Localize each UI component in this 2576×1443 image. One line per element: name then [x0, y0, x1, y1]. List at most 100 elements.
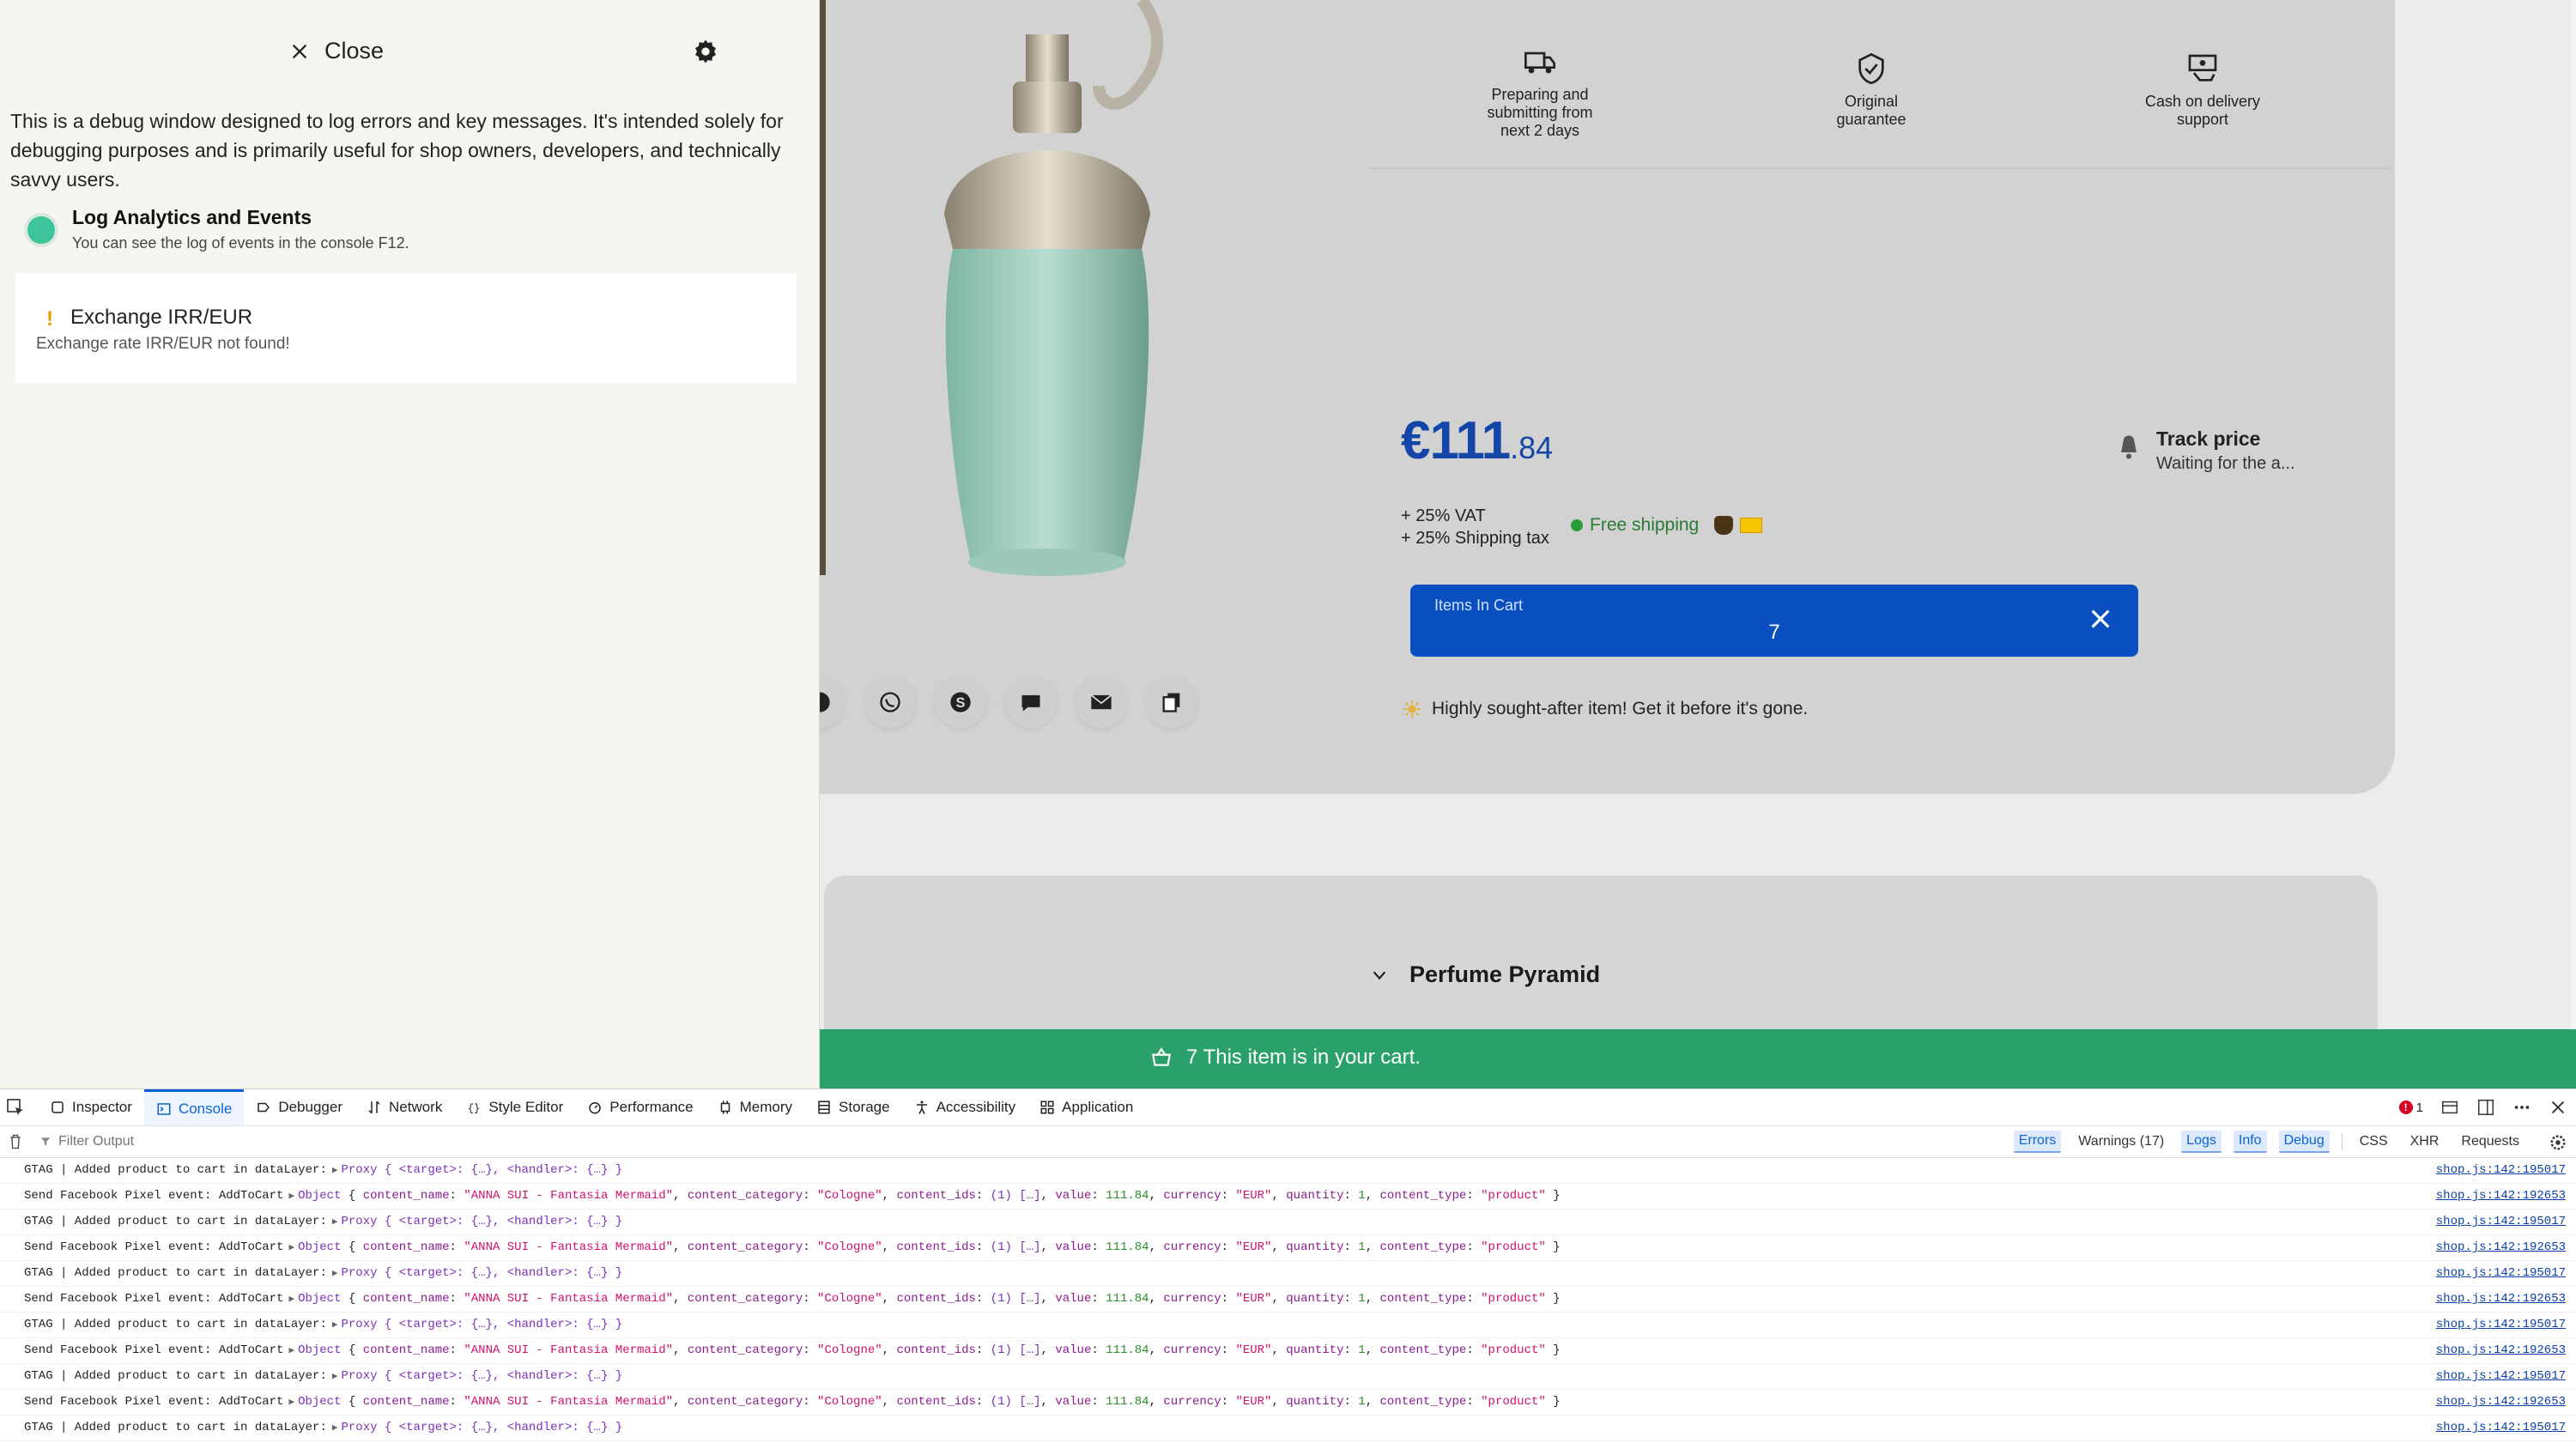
log-message: GTAG | Added product to cart in dataLaye…	[24, 1163, 623, 1177]
log-source-link[interactable]: shop.js:142:192653	[2436, 1343, 2566, 1357]
tab-debugger[interactable]: Debugger	[244, 1089, 355, 1125]
log-source-link[interactable]: shop.js:142:195017	[2436, 1266, 2566, 1280]
log-message: GTAG | Added product to cart in dataLaye…	[24, 1266, 623, 1280]
track-price-button[interactable]: Track price Waiting for the a...	[2113, 427, 2295, 474]
console-log-row[interactable]: GTAG | Added product to cart in dataLaye…	[0, 1158, 2576, 1184]
log-source-link[interactable]: shop.js:142:195017	[2436, 1421, 2566, 1434]
copy-icon	[1162, 693, 1180, 712]
tab-label: Performance	[609, 1099, 694, 1115]
price-main: €111	[1401, 411, 1511, 470]
cash-hand-icon	[2188, 54, 2217, 82]
share-whatsapp-button[interactable]	[864, 676, 916, 728]
status-dot-icon	[1571, 519, 1583, 531]
split-console-icon[interactable]	[2440, 1098, 2459, 1117]
share-sms-button[interactable]	[1005, 676, 1057, 728]
network-icon	[368, 1100, 380, 1114]
gear-icon[interactable]	[692, 38, 719, 65]
filter-info[interactable]: Info	[2233, 1131, 2267, 1153]
filter-separator	[2341, 1133, 2343, 1150]
console-log-row[interactable]: Send Facebook Pixel event: AddToCart ▶ Obj…	[0, 1390, 2576, 1416]
console-settings-icon[interactable]	[2549, 1133, 2567, 1152]
tab-console[interactable]: Console	[143, 1089, 245, 1125]
tab-style-editor[interactable]: {} Style Editor	[454, 1089, 575, 1125]
console-log-row[interactable]: GTAG | Added product to cart in dataLaye…	[0, 1416, 2576, 1441]
filter-xhr[interactable]: XHR	[2405, 1131, 2445, 1152]
filter-requests[interactable]: Requests	[2456, 1131, 2524, 1152]
log-message: Send Facebook Pixel event: AddToCart ▶ Obj…	[24, 1292, 1561, 1306]
console-log-row[interactable]: Send Facebook Pixel event: AddToCart ▶ Obj…	[0, 1235, 2576, 1261]
track-price-title: Track price	[2156, 427, 2261, 450]
log-source-link[interactable]: shop.js:142:195017	[2436, 1215, 2566, 1228]
console-log-row[interactable]: GTAG | Added product to cart in dataLaye…	[0, 1210, 2576, 1235]
log-analytics-title: Log Analytics and Events	[72, 206, 312, 228]
filter-warnings[interactable]: Warnings (17)	[2073, 1131, 2169, 1152]
console-log-row[interactable]: Send Facebook Pixel event: AddToCart ▶ Obj…	[0, 1338, 2576, 1364]
console-filter-bar: Errors Warnings (17) Logs Info Debug CSS…	[0, 1126, 2576, 1158]
log-message: GTAG | Added product to cart in dataLaye…	[24, 1215, 623, 1228]
filter-output-input[interactable]	[57, 1133, 403, 1150]
tab-memory[interactable]: Memory	[706, 1089, 804, 1125]
remove-from-cart-icon[interactable]	[2087, 605, 2114, 633]
chevron-down-icon	[1373, 971, 1386, 979]
log-analytics-toggle[interactable]	[24, 213, 58, 247]
error-count[interactable]: ! 1	[2398, 1100, 2423, 1115]
console-log-row[interactable]: Send Facebook Pixel event: AddToCart ▶ Obj…	[0, 1287, 2576, 1313]
price-cents: .84	[1510, 430, 1554, 465]
page-scrollbar[interactable]	[2571, 0, 2576, 1088]
close-debug-button[interactable]: Close	[290, 38, 384, 64]
log-message: Send Facebook Pixel event: AddToCart ▶ Obj…	[24, 1189, 1561, 1203]
tab-performance[interactable]: Performance	[575, 1089, 705, 1125]
filter-debug[interactable]: Debug	[2278, 1131, 2330, 1153]
sms-icon	[1021, 694, 1040, 712]
console-log-row[interactable]: GTAG | Added product to cart in dataLaye…	[0, 1313, 2576, 1338]
log-source-link[interactable]: shop.js:142:192653	[2436, 1189, 2566, 1203]
filter-css[interactable]: CSS	[2355, 1131, 2393, 1152]
copy-link-button[interactable]	[1146, 676, 1197, 728]
svg-text:S: S	[956, 695, 966, 711]
log-source-link[interactable]: shop.js:142:192653	[2436, 1292, 2566, 1306]
console-log-row[interactable]: Send Facebook Pixel event: AddToCart ▶ Obj…	[0, 1184, 2576, 1210]
perfume-pyramid-toggle[interactable]: Perfume Pyramid	[1370, 961, 1600, 988]
element-picker-icon[interactable]	[5, 1097, 26, 1118]
application-icon	[1040, 1100, 1054, 1114]
filter-logs[interactable]: Logs	[2181, 1131, 2221, 1153]
console-log-row[interactable]: GTAG | Added product to cart in dataLaye…	[0, 1364, 2576, 1390]
tab-network[interactable]: Network	[355, 1089, 454, 1125]
share-skype-button[interactable]: S	[935, 676, 986, 728]
dock-side-icon[interactable]	[2476, 1098, 2495, 1117]
sparkle-icon	[1403, 700, 1421, 718]
devtools-toolbar-right: ! 1	[2398, 1089, 2567, 1125]
close-label: Close	[324, 38, 385, 64]
delivery-truck-icon	[1524, 52, 1555, 74]
storage-icon	[818, 1100, 830, 1114]
tab-application[interactable]: Application	[1027, 1089, 1145, 1125]
shipping-tax-label: + 25% Shipping tax	[1401, 529, 1549, 548]
warning-icon: !	[46, 307, 53, 330]
log-source-link[interactable]: shop.js:142:192653	[2436, 1240, 2566, 1254]
log-level-filters: Errors Warnings (17) Logs Info Debug CSS…	[2013, 1126, 2524, 1157]
basket-icon	[1151, 1047, 1172, 1066]
console-log-row[interactable]: GTAG | Added product to cart in dataLaye…	[0, 1261, 2576, 1287]
tab-label: Memory	[739, 1099, 793, 1115]
filter-errors[interactable]: Errors	[2013, 1131, 2062, 1153]
debug-panel: Close This is a debug window designed to…	[0, 0, 820, 1088]
log-source-link[interactable]: shop.js:142:192653	[2436, 1395, 2566, 1409]
items-in-cart-quantity[interactable]: 7	[1410, 621, 2138, 645]
more-options-icon[interactable]	[2512, 1098, 2531, 1117]
tab-accessibility[interactable]: Accessibility	[902, 1089, 1028, 1125]
tab-inspector[interactable]: Inspector	[38, 1089, 144, 1125]
log-message: Send Facebook Pixel event: AddToCart ▶ Obj…	[24, 1240, 1561, 1254]
log-source-link[interactable]: shop.js:142:195017	[2436, 1163, 2566, 1177]
feature-preparing: Preparing and submitting from next 2 day…	[1454, 45, 1626, 140]
feature-guarantee: Original guarantee	[1785, 52, 1957, 129]
share-email-button[interactable]	[1076, 676, 1127, 728]
log-message: GTAG | Added product to cart in dataLaye…	[24, 1421, 623, 1434]
log-source-link[interactable]: shop.js:142:195017	[2436, 1318, 2566, 1331]
close-devtools-icon[interactable]	[2549, 1098, 2567, 1117]
tab-storage[interactable]: Storage	[804, 1089, 902, 1125]
log-source-link[interactable]: shop.js:142:195017	[2436, 1369, 2566, 1383]
debugger-icon	[258, 1102, 270, 1113]
items-in-cart-box: Items In Cart 7	[1410, 585, 2138, 657]
feature-cash-on-delivery: Cash on delivery support	[2117, 52, 2288, 129]
clear-console-icon[interactable]	[7, 1133, 24, 1150]
